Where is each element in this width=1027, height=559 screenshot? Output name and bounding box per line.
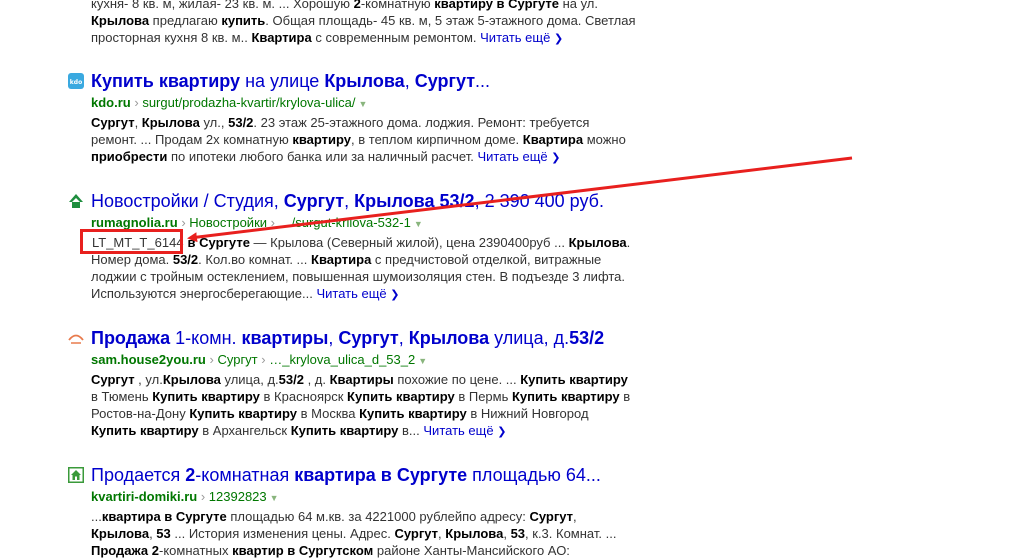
annotation-arrow [187,156,853,243]
